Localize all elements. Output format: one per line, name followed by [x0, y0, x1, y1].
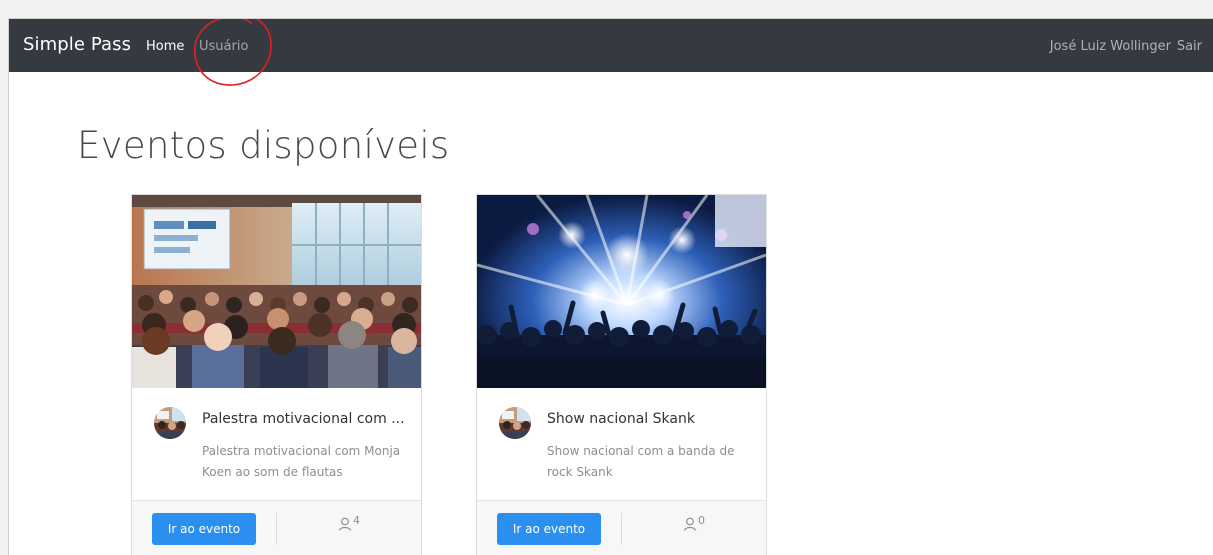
card-footer: Ir ao evento 0 — [477, 500, 766, 555]
event-description: Palestra motivacional com Monja Koen ao … — [202, 444, 401, 479]
event-card: Palestra motivacional com ... Palestra m… — [131, 194, 422, 555]
attendee-count: 0 — [683, 514, 705, 531]
attendee-count: 4 — [338, 514, 360, 531]
browser-viewport: Simple Pass Home Usuário José Luiz Wolli… — [8, 18, 1213, 555]
go-to-event-button[interactable]: Ir ao evento — [152, 513, 256, 545]
user-name-link[interactable]: José Luiz Wollinger — [1050, 39, 1171, 54]
event-title[interactable]: Palestra motivacional com ... — [202, 411, 407, 427]
person-icon — [338, 517, 352, 531]
audience-photo-icon[interactable] — [132, 195, 421, 388]
nav-usuario-link[interactable]: Usuário — [199, 39, 248, 54]
go-to-event-button[interactable]: Ir ao evento — [497, 513, 601, 545]
footer-divider — [276, 513, 277, 545]
top-navbar: Simple Pass Home Usuário José Luiz Wolli… — [9, 19, 1213, 72]
attendee-count-value: 4 — [353, 514, 360, 527]
page-title: Eventos disponíveis — [77, 124, 450, 167]
attendee-count-value: 0 — [698, 514, 705, 527]
event-card: Show nacional Skank Show nacional com a … — [476, 194, 767, 555]
footer-divider — [621, 513, 622, 545]
brand-logo[interactable]: Simple Pass — [23, 34, 131, 55]
nav-home-link[interactable]: Home — [146, 39, 184, 54]
event-avatar-icon — [499, 407, 531, 439]
logout-link[interactable]: Sair — [1177, 39, 1202, 54]
card-footer: Ir ao evento 4 — [132, 500, 421, 555]
event-description: Show nacional com a banda de rock Skank — [547, 444, 735, 479]
event-title[interactable]: Show nacional Skank — [547, 411, 752, 427]
person-icon — [683, 517, 697, 531]
concert-photo-icon[interactable] — [477, 195, 766, 388]
event-avatar-icon — [154, 407, 186, 439]
